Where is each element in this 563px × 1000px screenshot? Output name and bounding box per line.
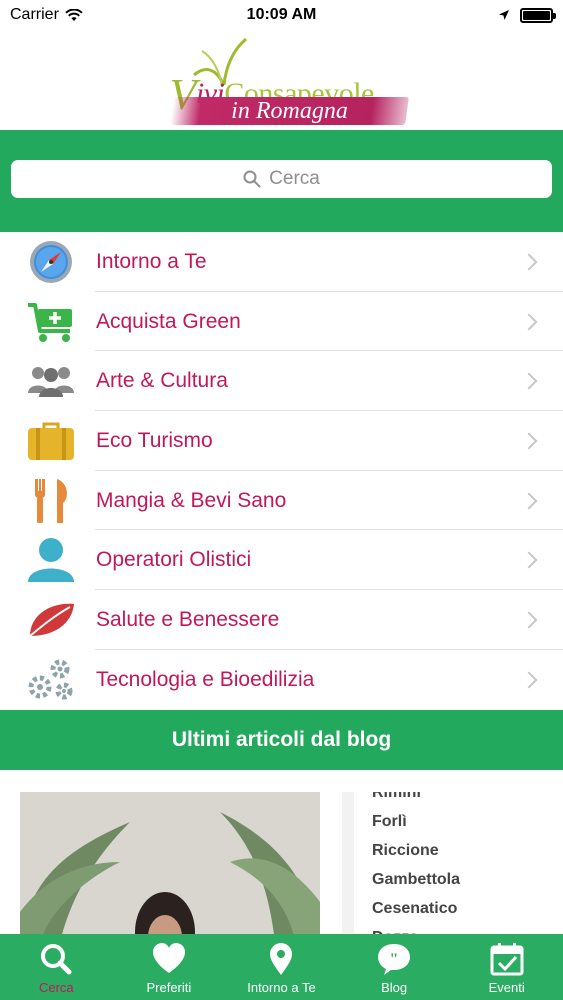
suitcase-icon <box>25 417 77 465</box>
menu-item-tecnologia-bioedilizia[interactable]: Tecnologia e Bioedilizia <box>0 650 563 710</box>
menu-item-mangia-bevi-sano[interactable]: Mangia & Bevi Sano <box>0 471 563 531</box>
menu-item-eco-turismo[interactable]: Eco Turismo <box>0 411 563 471</box>
tab-eventi[interactable]: Eventi <box>450 934 563 1000</box>
menu-item-label: Arte & Cultura <box>96 369 228 393</box>
gears-icon <box>25 656 77 704</box>
carrier-label: Carrier <box>10 6 59 23</box>
menu-item-label: Intorno a Te <box>96 249 207 273</box>
tab-intorno-a-te[interactable]: Intorno a Te <box>225 934 338 1000</box>
blog-preview[interactable]: Rimini Forlì Riccione Gambettola Cesenat… <box>0 770 563 935</box>
logo-subtitle-banner: in Romagna <box>169 97 409 125</box>
status-time: 10:09 AM <box>246 6 317 23</box>
logo-subtitle: in Romagna <box>230 98 348 124</box>
blog-article-image[interactable] <box>20 792 320 935</box>
menu-item-label: Acquista Green <box>96 309 241 333</box>
fork-knife-icon <box>25 477 77 525</box>
menu-item-label: Tecnologia e Bioedilizia <box>96 667 315 691</box>
chevron-right-icon <box>520 253 538 271</box>
chevron-right-icon <box>520 492 538 510</box>
menu-item-label: Mangia & Bevi Sano <box>96 488 287 512</box>
tab-label: Blog <box>381 980 408 995</box>
leaf-icon <box>25 596 77 644</box>
tab-bar: Cerca Preferiti Intorno a Te " Blog Even… <box>0 934 563 1000</box>
status-left: Carrier <box>10 6 83 24</box>
people-icon <box>25 357 77 405</box>
chevron-right-icon <box>520 551 538 569</box>
cart-icon <box>25 298 77 346</box>
tab-label: Preferiti <box>146 980 192 995</box>
search-icon <box>243 170 261 188</box>
place-item: Cesenatico <box>372 900 458 917</box>
menu-item-label: Salute e Benessere <box>96 607 280 631</box>
status-right <box>498 7 556 23</box>
heart-icon <box>152 943 185 973</box>
blog-article-places[interactable]: Rimini Forlì Riccione Gambettola Cesenat… <box>342 792 563 935</box>
blog-section-header: Ultimi articoli dal blog <box>0 710 563 770</box>
svg-text:": " <box>390 951 399 968</box>
tab-preferiti[interactable]: Preferiti <box>113 934 226 1000</box>
search-placeholder: Cerca <box>269 168 320 189</box>
search-band: Cerca <box>0 130 563 232</box>
place-item: Gambettola <box>372 871 461 888</box>
place-item: Rimini <box>372 792 421 801</box>
chevron-right-icon <box>520 432 538 450</box>
menu-item-operatori-olistici[interactable]: Operatori Olistici <box>0 530 563 591</box>
person-icon <box>25 536 77 584</box>
chevron-right-icon <box>520 671 538 689</box>
artichoke-photo-illustration <box>20 792 320 935</box>
menu-item-salute-benessere[interactable]: Salute e Benessere <box>0 590 563 650</box>
menu-item-label: Operatori Olistici <box>96 548 252 572</box>
logo-area: ViviConsapevole in Romagna <box>0 30 563 130</box>
search-input[interactable]: Cerca <box>11 160 552 198</box>
menu-item-intorno-a-te[interactable]: Intorno a Te <box>0 232 563 292</box>
tab-label: Intorno a Te <box>247 980 316 995</box>
app-logo: ViviConsapevole in Romagna <box>142 35 422 125</box>
tab-blog[interactable]: " Blog <box>338 934 451 1000</box>
search-icon <box>41 944 72 975</box>
menu-item-label: Eco Turismo <box>96 428 213 452</box>
tab-cerca[interactable]: Cerca <box>0 934 113 1000</box>
category-menu: Intorno a Te Acquista Green Arte & Cultu… <box>0 232 563 710</box>
wifi-icon <box>65 8 83 21</box>
calendar-icon <box>490 943 524 976</box>
compass-icon <box>25 238 77 286</box>
place-item: Forlì <box>372 813 407 830</box>
quote-bubble-icon: " <box>378 944 411 975</box>
battery-icon <box>520 7 556 23</box>
location-arrow-icon <box>499 10 509 20</box>
chevron-right-icon <box>520 611 538 629</box>
place-item: Riccione <box>372 842 439 859</box>
tab-label: Cerca <box>38 980 74 995</box>
map-pin-icon <box>270 943 293 975</box>
tab-label: Eventi <box>488 980 525 995</box>
chevron-right-icon <box>520 313 538 331</box>
status-bar: Carrier 10:09 AM <box>0 0 563 30</box>
menu-item-arte-cultura[interactable]: Arte & Cultura <box>0 351 563 412</box>
menu-item-acquista-green[interactable]: Acquista Green <box>0 292 563 352</box>
chevron-right-icon <box>520 372 538 390</box>
